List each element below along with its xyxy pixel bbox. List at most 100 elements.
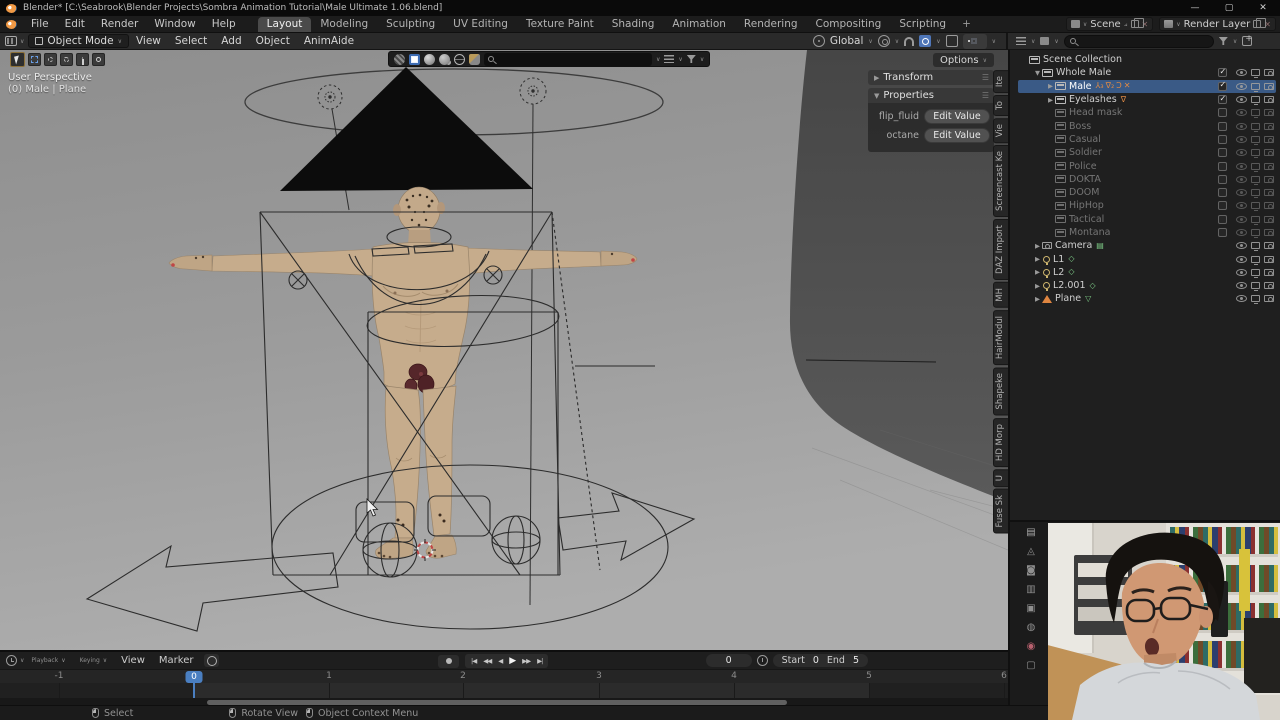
outliner-row[interactable]: ▶ Plane ▽ — [1018, 292, 1276, 305]
disable-in-viewports-icon[interactable] — [1251, 109, 1260, 116]
list-view-icon[interactable] — [664, 55, 674, 63]
outliner-row[interactable]: Police — [1018, 159, 1276, 172]
selectability-checkbox[interactable] — [1218, 201, 1227, 210]
outliner-item-label[interactable]: Boss — [1069, 121, 1091, 132]
disable-in-renders-icon[interactable] — [1264, 256, 1274, 263]
disable-in-viewports-icon[interactable] — [1251, 216, 1260, 223]
disable-in-viewports-icon[interactable] — [1251, 163, 1260, 170]
float-tool-icon-world[interactable] — [454, 54, 465, 65]
snap-magnet-icon[interactable] — [904, 37, 914, 46]
outliner-item-label[interactable]: DOOM — [1069, 187, 1099, 198]
outliner-item-label[interactable]: Eyelashes — [1069, 94, 1117, 105]
tool-icon-cursor[interactable] — [10, 52, 25, 67]
menu-help[interactable]: Help — [204, 16, 244, 33]
disable-in-renders-icon[interactable] — [1264, 96, 1274, 103]
menu-file[interactable]: File — [23, 16, 57, 33]
selectability-checkbox[interactable] — [1218, 215, 1227, 224]
menu-window[interactable]: Window — [146, 16, 203, 33]
outliner-item-label[interactable]: Scene Collection — [1043, 54, 1122, 65]
timeline-menu[interactable]: View∨ — [114, 655, 152, 666]
outliner-search-input[interactable] — [1064, 35, 1214, 48]
filter-funnel-icon[interactable] — [1219, 37, 1228, 45]
transport-button-jump-end[interactable]: ▶| — [537, 657, 542, 665]
outliner-item-label[interactable]: DOKTA — [1069, 174, 1101, 185]
proper-tab-icon-editor-menu[interactable]: ▤ — [1026, 528, 1035, 538]
disable-in-viewports-icon[interactable] — [1251, 69, 1260, 76]
disable-in-viewports-icon[interactable] — [1251, 282, 1260, 289]
3d-viewport[interactable]: User Perspective (0) Male | Plane ∨ ∨ ∨ … — [0, 50, 1008, 650]
snap-target-icon[interactable] — [878, 35, 890, 47]
new-layer-icon[interactable] — [1253, 20, 1261, 28]
proper-tab-icon-view-layer[interactable]: ▣ — [1026, 604, 1035, 614]
outliner-item-label[interactable]: Casual — [1069, 134, 1101, 145]
selectability-checkbox[interactable] — [1218, 108, 1227, 117]
hide-in-viewport-icon[interactable] — [1236, 123, 1247, 130]
edit-value-button[interactable]: Edit Value — [924, 109, 990, 124]
hide-in-viewport-icon[interactable] — [1236, 269, 1247, 276]
tool-icon-move[interactable] — [76, 53, 89, 66]
selectability-checkbox[interactable] — [1218, 95, 1227, 104]
outliner-row[interactable]: ▶ L2 ◇ — [1018, 266, 1276, 279]
outliner-item-label[interactable]: Soldier — [1069, 147, 1102, 158]
auto-keying-button[interactable] — [438, 655, 459, 668]
disable-in-renders-icon[interactable] — [1264, 149, 1274, 156]
selectability-checkbox[interactable] — [1218, 122, 1227, 131]
outliner-row[interactable]: ▶ L2.001 ◇ — [1018, 279, 1276, 292]
disable-in-renders-icon[interactable] — [1264, 176, 1274, 183]
selectability-checkbox[interactable] — [1218, 188, 1227, 197]
disable-in-viewports-icon[interactable] — [1251, 149, 1260, 156]
disclosure-arrow-icon[interactable]: ▶ — [1046, 96, 1055, 104]
current-frame-field[interactable]: 0 — [706, 654, 752, 667]
disclosure-arrow-icon[interactable]: ▶ — [1033, 282, 1042, 290]
proper-tab-icon-tool[interactable]: ◬ — [1027, 547, 1035, 557]
float-tool-icon-spheres[interactable] — [439, 54, 450, 65]
workspace-tab[interactable]: Shading — [603, 17, 664, 32]
disable-in-renders-icon[interactable] — [1264, 216, 1274, 223]
menu-edit[interactable]: Edit — [57, 16, 93, 33]
hide-in-viewport-icon[interactable] — [1236, 202, 1247, 209]
float-tool-icon-brush[interactable] — [469, 54, 480, 65]
shading-mode-wireframe[interactable] — [968, 40, 970, 42]
outliner-row[interactable]: Scene Collection — [1018, 53, 1276, 66]
hide-in-viewport-icon[interactable] — [1236, 229, 1247, 236]
disable-in-renders-icon[interactable] — [1264, 163, 1274, 170]
disable-in-renders-icon[interactable] — [1264, 136, 1274, 143]
transport-button-play-rev[interactable]: ◀ — [498, 657, 502, 665]
render-layer-selector[interactable]: ∨ Render Layer ✕ — [1159, 17, 1276, 31]
workspace-tab[interactable]: Sculpting — [377, 17, 444, 32]
selectability-checkbox[interactable] — [1218, 148, 1227, 157]
hide-in-viewport-icon[interactable] — [1236, 282, 1247, 289]
disable-in-renders-icon[interactable] — [1264, 202, 1274, 209]
selectability-checkbox[interactable] — [1218, 68, 1227, 77]
workspace-tab[interactable]: Animation — [663, 17, 735, 32]
outliner-row[interactable]: Soldier — [1018, 146, 1276, 159]
viewport-menu-object[interactable]: Object — [249, 35, 297, 47]
workspace-tab[interactable]: Compositing — [807, 17, 891, 32]
properties-panel-header[interactable]: ▼ Properties☰ — [868, 88, 994, 103]
hide-in-viewport-icon[interactable] — [1236, 242, 1247, 249]
disable-in-viewports-icon[interactable] — [1251, 202, 1260, 209]
hide-in-viewport-icon[interactable] — [1236, 256, 1247, 263]
disclosure-arrow-icon[interactable]: ▶ — [1046, 82, 1055, 90]
n-panel-tab-vie[interactable]: Vie — [993, 118, 1008, 143]
float-tool-icon-sphere[interactable] — [424, 54, 435, 65]
outliner-item-label[interactable]: L2 — [1053, 267, 1064, 278]
outliner-filter-icon[interactable] — [1040, 37, 1049, 45]
disable-in-viewports-icon[interactable] — [1251, 295, 1260, 302]
timeline-menu[interactable]: Playback∨ — [24, 655, 72, 666]
outliner-row[interactable]: Tactical — [1018, 213, 1276, 226]
disclosure-arrow-icon[interactable]: ▶ — [1033, 268, 1042, 276]
viewport-menu-add[interactable]: Add — [214, 35, 248, 47]
disable-in-renders-icon[interactable] — [1264, 189, 1274, 196]
hide-in-viewport-icon[interactable] — [1236, 295, 1247, 302]
hide-in-viewport-icon[interactable] — [1236, 69, 1247, 76]
use-preview-range-icon[interactable] — [757, 655, 768, 666]
hide-in-viewport-icon[interactable] — [1236, 189, 1247, 196]
timeline-menu[interactable]: Keying∨ — [73, 655, 115, 666]
n-panel-tab-u[interactable]: U — [993, 469, 1008, 487]
disable-in-renders-icon[interactable] — [1264, 69, 1274, 76]
float-tool-icon-falloff[interactable] — [394, 54, 405, 65]
timeline-tracks[interactable] — [0, 683, 1008, 698]
n-panel-tab-shapeke[interactable]: Shapeke — [993, 367, 1008, 415]
disable-in-viewports-icon[interactable] — [1251, 83, 1260, 90]
